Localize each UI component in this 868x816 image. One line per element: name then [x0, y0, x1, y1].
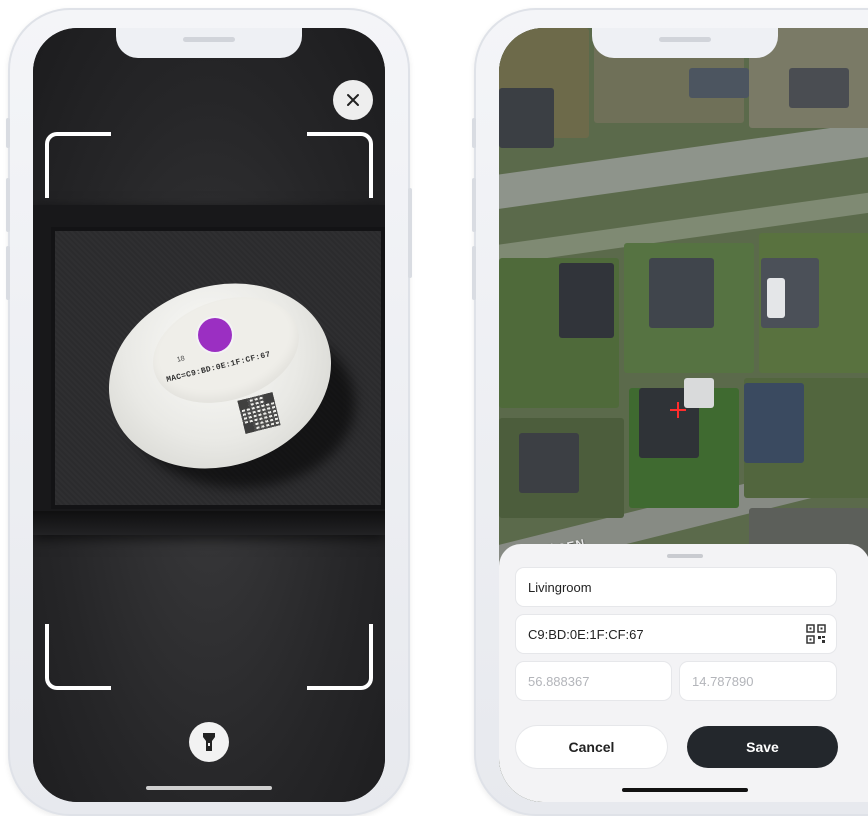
latitude-placeholder: 56.888367 — [528, 673, 590, 689]
close-icon — [347, 94, 359, 106]
home-indicator[interactable] — [621, 788, 748, 792]
map-building-roof-white — [767, 278, 785, 318]
mac-address-value: C9:BD:0E:1F:CF:67 — [528, 626, 644, 642]
map-building — [789, 68, 849, 108]
save-button[interactable]: Save — [687, 726, 838, 768]
sensor-button-dot — [198, 318, 232, 352]
map-building — [649, 258, 714, 328]
sensor-form-sheet: Livingroom C9:BD:0E:1F:CF:67 56.888367 1… — [499, 544, 868, 802]
power-button — [408, 188, 412, 278]
home-indicator[interactable] — [146, 786, 272, 790]
scan-frame-corner-top-left — [45, 132, 111, 198]
map-building — [689, 68, 749, 98]
notch — [116, 28, 302, 58]
box-lip — [33, 511, 385, 535]
volume-down-button — [6, 246, 10, 300]
scan-frame-corner-bottom-left — [45, 624, 111, 690]
save-button-label: Save — [746, 739, 779, 755]
map-building — [559, 263, 614, 338]
scanner-screen: 18 MAC=C9:BD:0E:1F:CF:67 — [33, 28, 385, 802]
map-building — [744, 383, 804, 463]
volume-up-button — [472, 178, 476, 232]
longitude-field[interactable]: 14.787890 — [680, 662, 836, 700]
name-field[interactable]: Livingroom — [516, 568, 836, 606]
phone-frame-scanner: 18 MAC=C9:BD:0E:1F:CF:67 — [6, 8, 412, 816]
phone-frame-map: ÄGEN Livingroom C9:BD:0E:1F:CF:67 — [472, 8, 868, 816]
name-field-value: Livingroom — [528, 579, 592, 595]
scan-frame-corner-top-right — [307, 132, 373, 198]
map-building-roof-white — [684, 378, 714, 408]
volume-down-button — [472, 246, 476, 300]
mac-address-field[interactable]: C9:BD:0E:1F:CF:67 — [516, 615, 836, 653]
close-button[interactable] — [333, 80, 373, 120]
latitude-field[interactable]: 56.888367 — [516, 662, 671, 700]
location-crosshair-icon — [670, 402, 686, 418]
mute-switch — [6, 118, 10, 148]
notch — [591, 28, 778, 58]
longitude-placeholder: 14.787890 — [692, 673, 754, 689]
volume-up-button — [6, 178, 10, 232]
location-screen: ÄGEN Livingroom C9:BD:0E:1F:CF:67 — [499, 28, 868, 802]
scan-frame-corner-bottom-right — [307, 624, 373, 690]
qr-scan-icon[interactable] — [806, 624, 826, 644]
flashlight-icon — [203, 733, 215, 751]
sheet-grabber[interactable] — [666, 554, 703, 558]
cancel-button-label: Cancel — [568, 739, 615, 755]
flashlight-button[interactable] — [189, 722, 229, 762]
cancel-button[interactable]: Cancel — [516, 726, 667, 768]
mute-switch — [472, 118, 476, 148]
map-building — [519, 433, 579, 493]
map-building — [499, 88, 554, 148]
